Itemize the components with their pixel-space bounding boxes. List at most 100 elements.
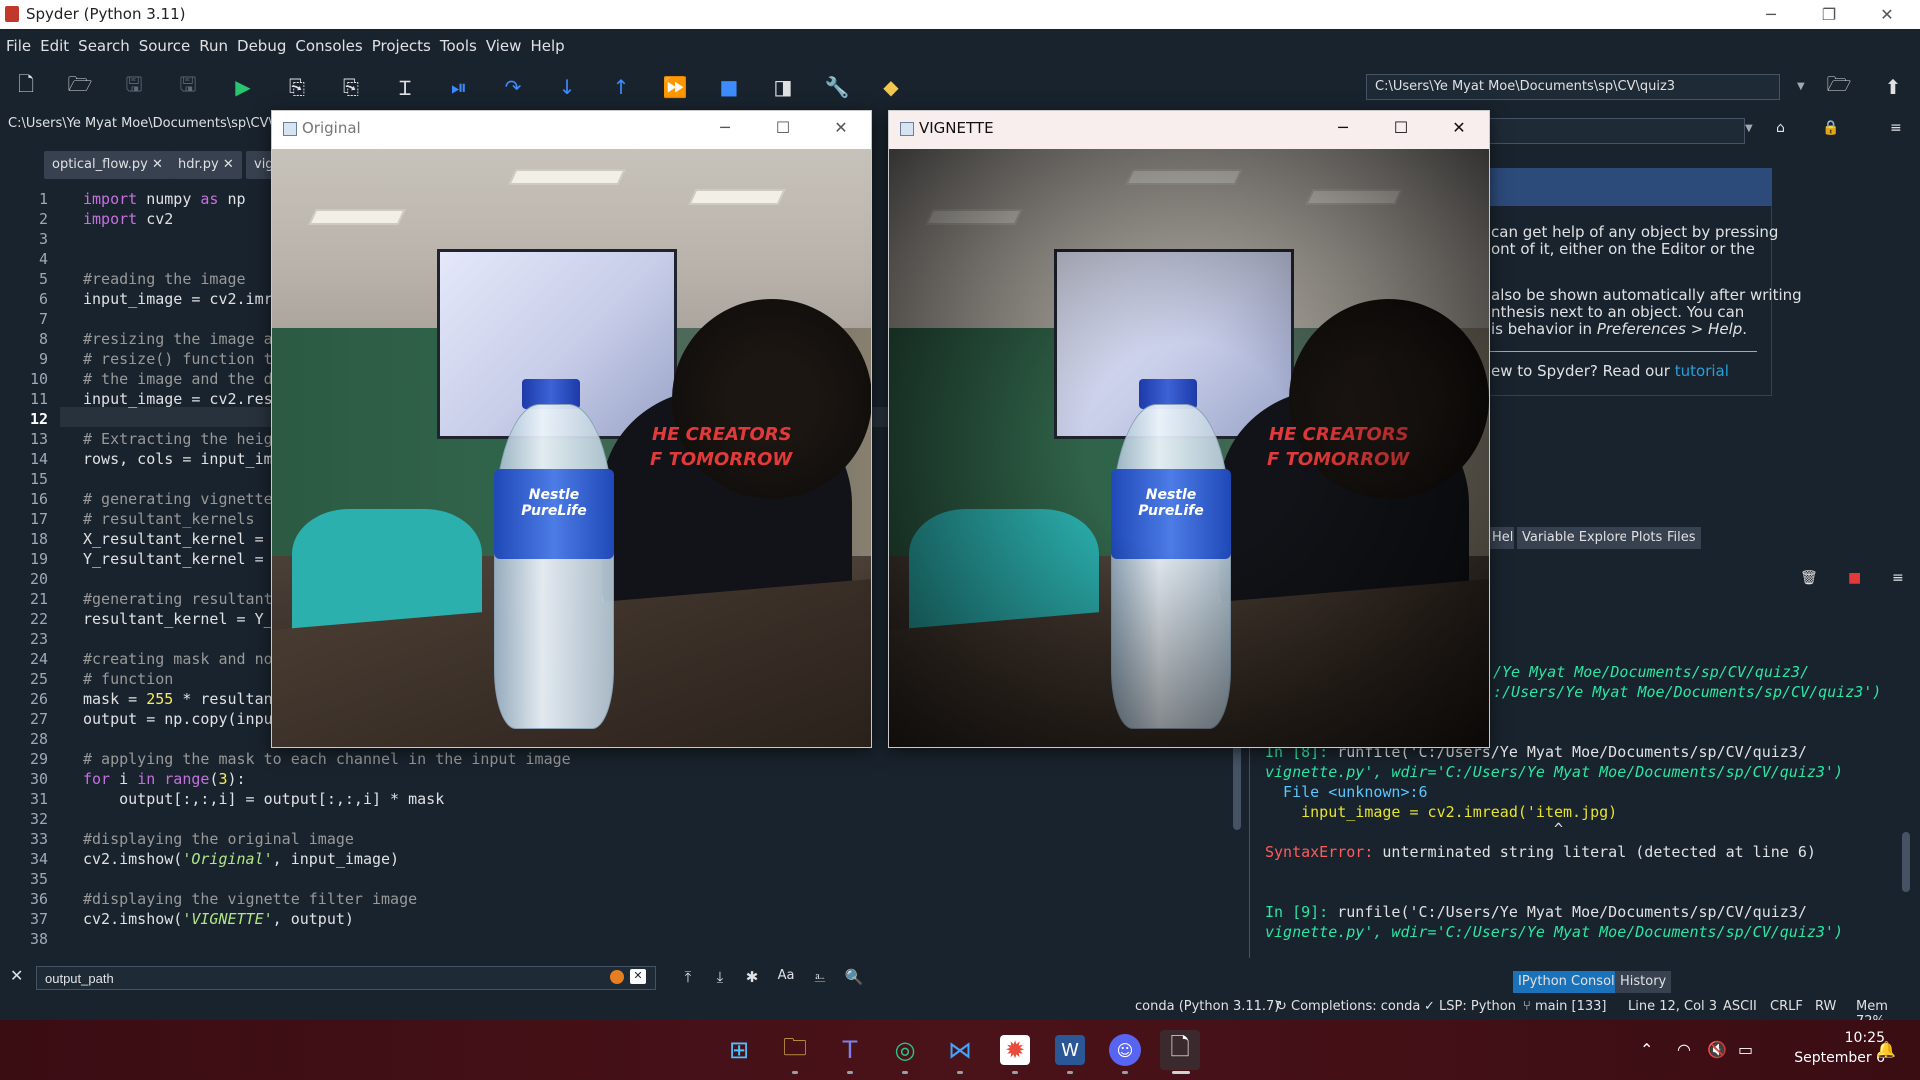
menu-edit[interactable]: Edit bbox=[40, 37, 69, 55]
save-icon[interactable]: 🖫 bbox=[119, 72, 149, 101]
lock-icon[interactable]: 🔒 bbox=[1822, 120, 1839, 136]
vscode-icon[interactable]: ⋈ bbox=[940, 1030, 980, 1070]
close-find-icon[interactable]: ✕ bbox=[10, 966, 23, 985]
close-icon[interactable]: ✕ bbox=[1858, 0, 1916, 29]
menu-run[interactable]: Run bbox=[199, 37, 228, 55]
edge-browser-icon[interactable]: ◎ bbox=[885, 1030, 925, 1070]
menu-consoles[interactable]: Consoles bbox=[295, 37, 362, 55]
menu-debug[interactable]: Debug bbox=[237, 37, 286, 55]
menu-view[interactable]: View bbox=[486, 37, 522, 55]
help-source-combo[interactable] bbox=[1487, 118, 1745, 144]
step-return-icon[interactable]: ↑ bbox=[606, 73, 636, 101]
preferences-wrench-icon[interactable]: 🔧 bbox=[822, 73, 852, 101]
minimize-icon[interactable]: ─ bbox=[1742, 0, 1800, 29]
file-explorer-icon[interactable]: 🗀 bbox=[775, 1030, 815, 1070]
notepad-icon[interactable]: 🗋 bbox=[1160, 1030, 1200, 1070]
close-icon[interactable]: ✕ bbox=[821, 116, 861, 140]
tab-hdr[interactable]: hdr.py ✕ bbox=[170, 151, 242, 179]
restore-icon[interactable]: ❐ bbox=[1800, 0, 1858, 29]
original-image-window[interactable]: Original ─ ☐ ✕ HE CREATORS F TOMORROW Ne… bbox=[271, 110, 872, 748]
run-cell-icon[interactable]: ⎘ bbox=[282, 73, 312, 101]
find-input[interactable] bbox=[36, 966, 656, 990]
line-number: 18 bbox=[29, 530, 48, 548]
word-icon[interactable]: W bbox=[1055, 1035, 1085, 1065]
volume-muted-icon[interactable]: 🔇 bbox=[1707, 1040, 1727, 1059]
step-over-icon[interactable]: ↷ bbox=[498, 73, 528, 101]
run-selection-icon[interactable]: Ɪ bbox=[390, 73, 420, 101]
menu-file[interactable]: File bbox=[6, 37, 31, 55]
browse-folder-icon[interactable]: 🗁 bbox=[1824, 72, 1854, 101]
tab-help[interactable]: Help bbox=[1487, 527, 1514, 549]
tab-history[interactable]: History bbox=[1615, 971, 1672, 993]
tab-variable-explorer[interactable]: Variable Explorer bbox=[1517, 527, 1638, 549]
console-scrollbar[interactable] bbox=[1900, 620, 1912, 960]
home-icon[interactable]: ⌂ bbox=[1776, 120, 1785, 136]
close-icon[interactable]: ✕ bbox=[1439, 116, 1479, 140]
menu-help[interactable]: Help bbox=[530, 37, 564, 55]
find-in-selection-icon[interactable]: 🔍 bbox=[842, 968, 866, 990]
tab-ipython-console[interactable]: IPython Console bbox=[1513, 971, 1628, 993]
run-cell-advance-icon[interactable]: ⎘ bbox=[336, 73, 366, 101]
parent-directory-icon[interactable]: ⬆ bbox=[1878, 73, 1908, 101]
status-git[interactable]: ⑂ main [133] bbox=[1523, 999, 1607, 1014]
debug-icon[interactable]: ⏯ bbox=[444, 73, 474, 101]
clear-console-icon[interactable]: 🗑 bbox=[1800, 570, 1818, 586]
wifi-icon[interactable]: ◠ bbox=[1677, 1040, 1691, 1059]
clear-find-icon[interactable]: ✕ bbox=[630, 969, 646, 984]
window-title: VIGNETTE bbox=[919, 119, 994, 137]
new-file-icon[interactable]: 🗋 bbox=[11, 72, 41, 101]
minimize-icon[interactable]: ─ bbox=[1323, 116, 1363, 140]
chevron-down-icon[interactable]: ▼ bbox=[1745, 123, 1753, 134]
open-file-icon[interactable]: 🗁 bbox=[65, 72, 95, 101]
menu-search[interactable]: Search bbox=[78, 37, 130, 55]
chevron-down-icon[interactable]: ▼ bbox=[1797, 74, 1811, 100]
python-path-icon[interactable]: ◆ bbox=[876, 73, 906, 101]
stop-debug-icon[interactable]: ■ bbox=[714, 73, 744, 101]
status-completions[interactable]: ↻ Completions: conda bbox=[1276, 999, 1420, 1014]
find-previous-icon[interactable]: ⤒ bbox=[676, 968, 700, 990]
line-number: 1 bbox=[38, 190, 48, 208]
tab-optical-flow[interactable]: optical_flow.py ✕ bbox=[44, 151, 171, 179]
options-menu-icon[interactable]: ≡ bbox=[1892, 570, 1904, 586]
maximize-icon[interactable]: ☐ bbox=[1381, 116, 1421, 140]
find-next-icon[interactable]: ⤓ bbox=[708, 968, 732, 990]
step-into-icon[interactable]: ↓ bbox=[552, 73, 582, 101]
editor-file-path: C:\Users\Ye Myat Moe\Documents\sp\CV\qui… bbox=[0, 112, 300, 136]
case-sensitive-toggle[interactable]: Aa bbox=[774, 968, 798, 990]
tutorial-link[interactable]: tutorial bbox=[1675, 362, 1729, 380]
maximize-pane-icon[interactable]: ◨ bbox=[768, 73, 798, 101]
status-env[interactable]: conda (Python 3.11.7) bbox=[1135, 999, 1279, 1014]
teams-icon[interactable]: T bbox=[830, 1030, 870, 1070]
console-scrollbar-thumb[interactable] bbox=[1902, 832, 1910, 892]
status-lsp[interactable]: ✓ LSP: Python bbox=[1424, 999, 1516, 1014]
interrupt-kernel-icon[interactable]: ■ bbox=[1848, 570, 1861, 586]
spyder-icon[interactable]: ✹ bbox=[1000, 1035, 1030, 1065]
continue-icon[interactable]: ⏩ bbox=[660, 73, 690, 101]
menu-tools[interactable]: Tools bbox=[440, 37, 477, 55]
whole-word-toggle-icon[interactable]: ⎁ bbox=[808, 968, 832, 990]
options-menu-icon[interactable]: ≡ bbox=[1890, 120, 1902, 136]
line-number: 5 bbox=[38, 270, 48, 288]
notifications-bell-icon[interactable]: 🔔 bbox=[1876, 1040, 1896, 1059]
run-icon[interactable]: ▶ bbox=[228, 73, 258, 101]
maximize-icon[interactable]: ☐ bbox=[763, 116, 803, 140]
close-tab-icon[interactable]: ✕ bbox=[152, 157, 163, 172]
working-directory-combo[interactable]: C:\Users\Ye Myat Moe\Documents\sp\CV\qui… bbox=[1366, 74, 1780, 100]
discord-icon[interactable]: ☺ bbox=[1109, 1034, 1141, 1066]
show-hidden-icons-icon[interactable]: ⌃ bbox=[1640, 1040, 1653, 1059]
menu-source[interactable]: Source bbox=[139, 37, 191, 55]
regex-toggle-icon[interactable]: ✱ bbox=[740, 968, 764, 990]
battery-icon[interactable]: ▭ bbox=[1738, 1040, 1753, 1059]
console-output-line: :/Users/Ye Myat Moe/Documents/sp/CV/quiz… bbox=[1493, 683, 1882, 701]
code-line: #generating resultant bbox=[83, 590, 273, 608]
clock-date[interactable]: September 6 bbox=[1770, 1050, 1885, 1066]
tab-files[interactable]: Files bbox=[1662, 527, 1701, 549]
help-text-1b: ont of it, either on the Editor or the bbox=[1491, 240, 1755, 258]
close-tab-icon[interactable]: ✕ bbox=[223, 157, 234, 172]
menu-projects[interactable]: Projects bbox=[372, 37, 431, 55]
minimize-icon[interactable]: ─ bbox=[705, 116, 745, 140]
start-windows-icon[interactable]: ⊞ bbox=[719, 1030, 759, 1070]
code-line: X_resultant_kernel = bbox=[83, 530, 264, 548]
vignette-image-window[interactable]: VIGNETTE ─ ☐ ✕ HE CREATORS F TOMORROW Ne… bbox=[888, 110, 1490, 748]
save-all-icon[interactable]: 🖫 bbox=[173, 72, 203, 101]
